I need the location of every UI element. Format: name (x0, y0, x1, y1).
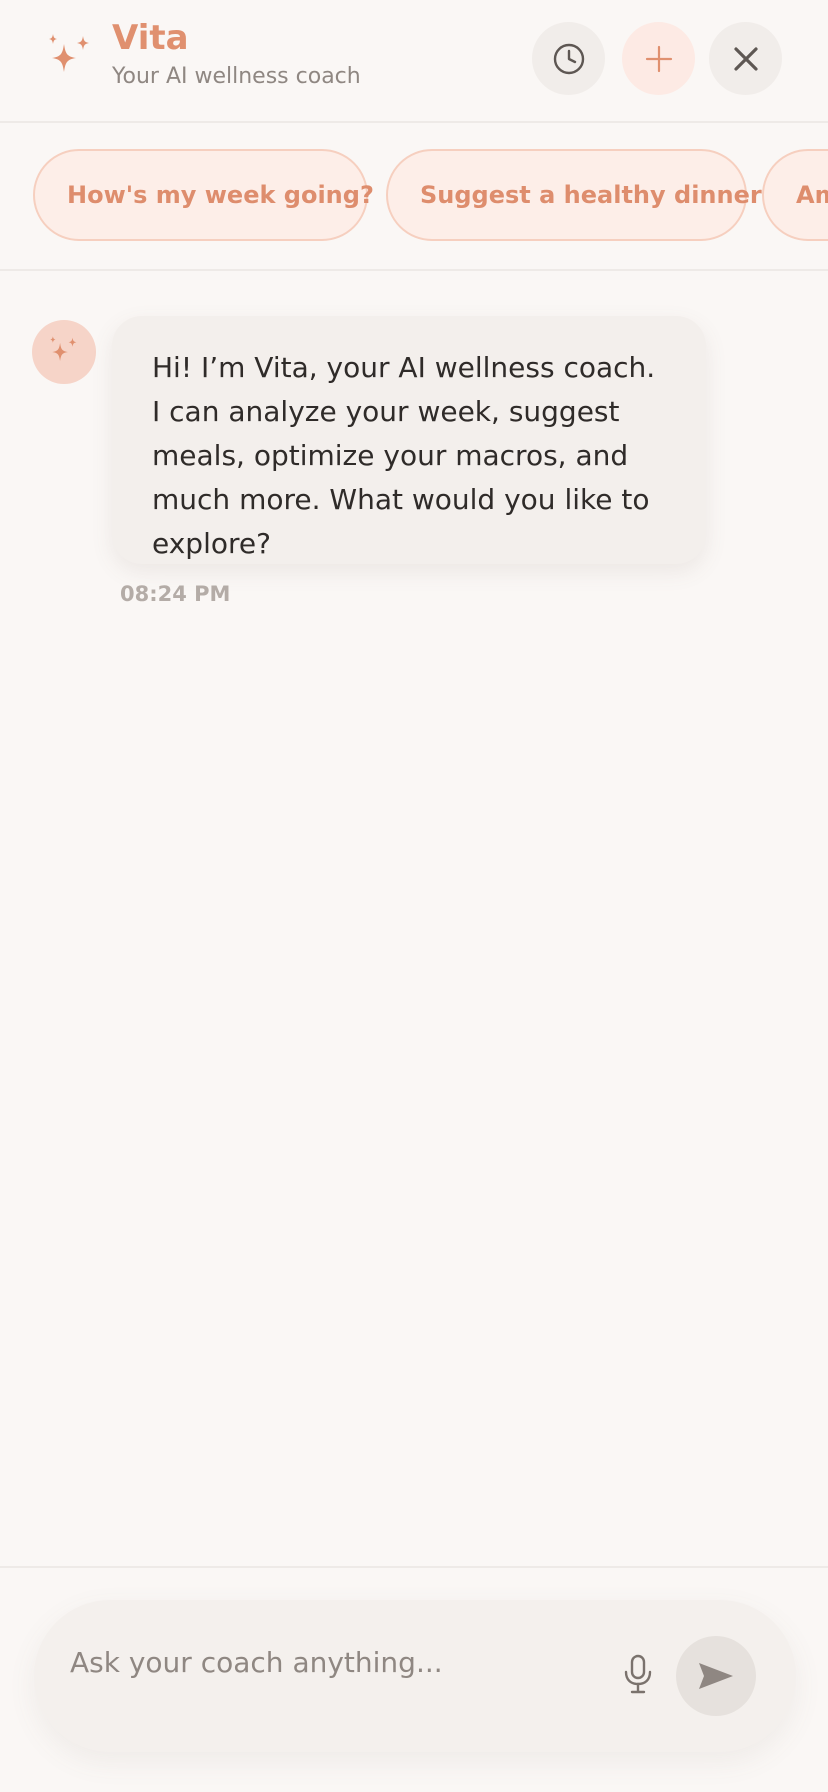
app-title: Vita (112, 18, 189, 58)
sparkles-icon (49, 34, 89, 72)
new-chat-button[interactable] (622, 22, 695, 95)
suggestion-chip[interactable]: Am (762, 149, 828, 241)
suggestion-chips: How's my week going? Suggest a healthy d… (0, 123, 828, 271)
send-icon (699, 1663, 733, 1689)
coach-avatar (32, 320, 96, 384)
message-input[interactable] (70, 1640, 570, 1684)
coach-message-bubble: Hi! I’m Vita, your AI wellness coach. I … (112, 316, 706, 564)
clock-icon (553, 43, 584, 74)
send-button[interactable] (676, 1636, 756, 1716)
plus-icon (645, 45, 672, 72)
close-button[interactable] (709, 22, 782, 95)
header: Vita Your AI wellness coach (0, 0, 828, 123)
suggestion-chip[interactable]: Suggest a healthy dinner (386, 149, 762, 241)
close-icon (733, 46, 758, 71)
history-button[interactable] (532, 22, 605, 95)
suggestion-chip[interactable]: How's my week going? (33, 149, 374, 241)
microphone-icon[interactable] (620, 1654, 656, 1694)
sparkles-icon (50, 336, 77, 362)
composer (34, 1600, 796, 1752)
composer-divider (0, 1566, 828, 1568)
app-subtitle: Your AI wellness coach (112, 64, 361, 89)
message-text: Hi! I’m Vita, your AI wellness coach. I … (152, 351, 656, 560)
message-timestamp: 08:24 PM (120, 582, 231, 606)
